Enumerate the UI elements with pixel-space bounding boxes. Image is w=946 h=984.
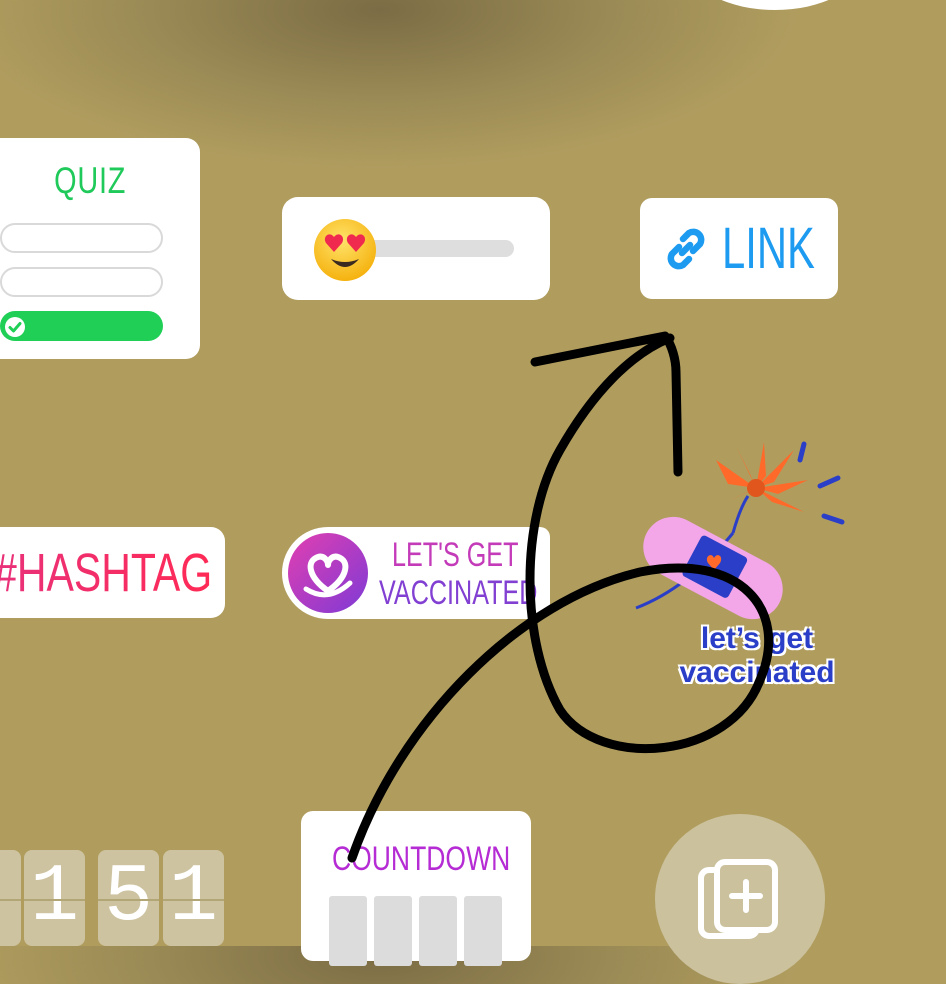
drawn-arrow-doodle	[347, 331, 774, 863]
